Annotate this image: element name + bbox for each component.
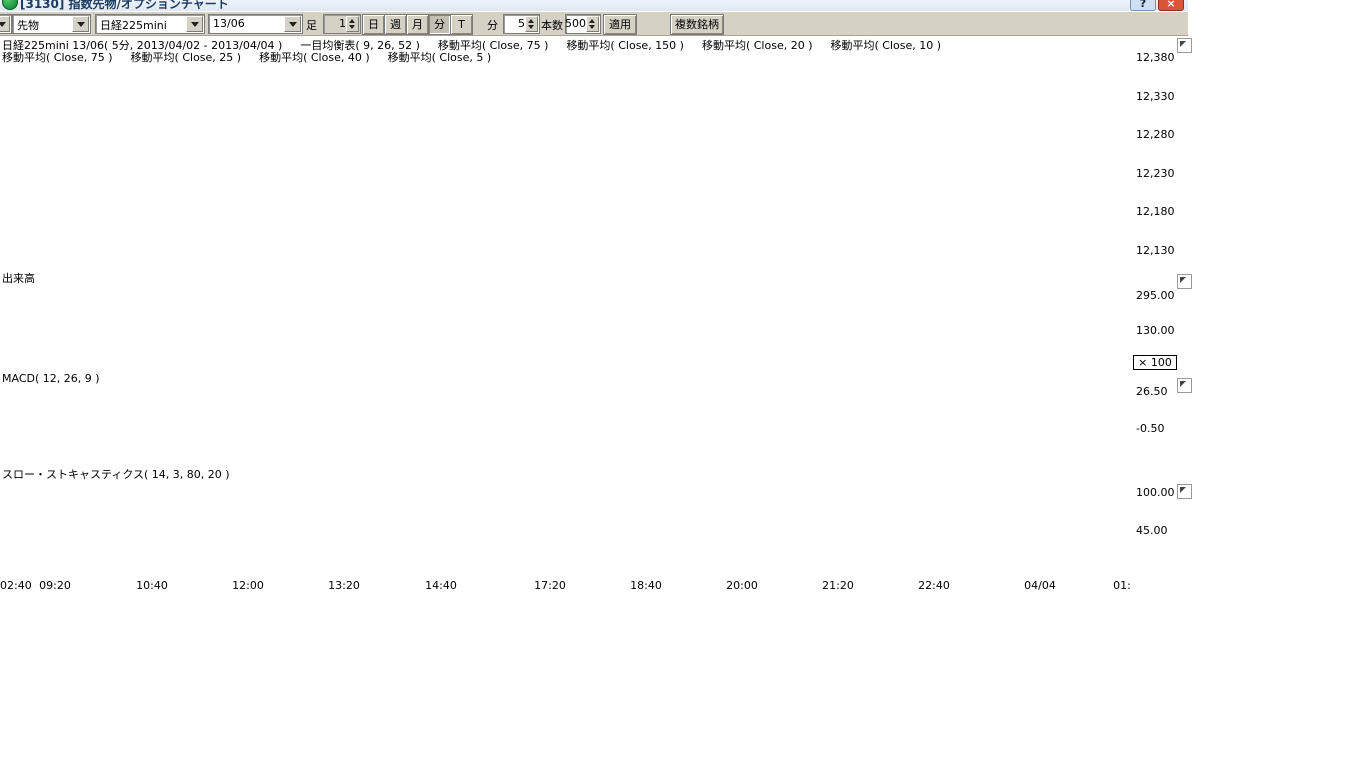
period-tick-button[interactable]: T xyxy=(450,14,473,35)
y-axis-label: 100.00 xyxy=(1136,486,1175,499)
toolbar: 先物 日経225mini 13/06 足 1 日 週 月 分 T 分 5 本数 … xyxy=(0,11,1188,36)
x-axis-label: 13:20 xyxy=(328,579,360,592)
x-axis-label: 04/04 xyxy=(1024,579,1056,592)
bar-type-label: 足 xyxy=(306,17,317,33)
period-day-button[interactable]: 日 xyxy=(362,14,385,35)
x-axis-label: 18:40 xyxy=(630,579,662,592)
volume-multiplier-badge: × 100 xyxy=(1133,355,1177,370)
pane-scroll-button[interactable] xyxy=(1177,274,1192,289)
close-button[interactable]: × xyxy=(1158,0,1184,11)
category-select[interactable]: 先物 xyxy=(12,14,91,34)
y-axis-label: 12,330 xyxy=(1136,90,1175,103)
y-axis-label: 12,180 xyxy=(1136,205,1175,218)
help-button[interactable]: ? xyxy=(1130,0,1156,11)
x-axis-label: 12:00 xyxy=(232,579,264,592)
x-axis-label: 22:40 xyxy=(918,579,950,592)
x-axis-label: 21:20 xyxy=(822,579,854,592)
pane-scroll-button[interactable] xyxy=(1177,378,1192,393)
x-axis-label: 17:20 xyxy=(534,579,566,592)
y-axis-label: 12,280 xyxy=(1136,128,1175,141)
y-axis-label: 130.00 xyxy=(1136,324,1175,337)
chevron-down-icon xyxy=(72,16,89,32)
minute-value-field[interactable]: 5 xyxy=(503,14,540,34)
legend-item-1: 移動平均( Close, 25 ) xyxy=(131,51,242,64)
x-axis-label: 09:20 xyxy=(39,579,71,592)
volume-pane-label: 出来高 xyxy=(2,270,35,286)
spinner-icon[interactable] xyxy=(586,16,599,32)
stoch-pane-label: スロー・ストキャスティクス( 14, 3, 80, 20 ) xyxy=(2,466,230,482)
app-icon xyxy=(2,0,18,10)
legend-item-0: 移動平均( Close, 75 ) xyxy=(2,51,113,64)
x-axis-label: 01: xyxy=(1113,579,1131,592)
x-axis-label: 20:00 xyxy=(726,579,758,592)
legend-item-3: 移動平均( Close, 5 ) xyxy=(388,51,492,64)
period-minute-button[interactable]: 分 xyxy=(428,14,451,35)
y-axis-label: 12,130 xyxy=(1136,244,1175,257)
legend-item-2: 移動平均( Close, 40 ) xyxy=(259,51,370,64)
x-axis-label: 02:40 xyxy=(0,579,32,592)
y-axis-label: 26.50 xyxy=(1136,385,1168,398)
bar-count-label: 本数 xyxy=(541,17,563,33)
macd-pane-label: MACD( 12, 26, 9 ) xyxy=(2,372,100,385)
bar-count-field[interactable]: 500 xyxy=(565,14,601,34)
spinner-icon[interactable] xyxy=(525,16,538,32)
chevron-down-icon xyxy=(284,16,301,32)
spinner-icon[interactable] xyxy=(346,16,359,32)
minute-label: 分 xyxy=(487,17,498,33)
y-axis-label: 295.00 xyxy=(1136,289,1175,302)
multi-symbol-button[interactable]: 複数銘柄 xyxy=(670,14,724,35)
pane-scroll-button[interactable] xyxy=(1177,38,1192,53)
legend-item-5: 移動平均( Close, 10 ) xyxy=(831,39,942,52)
bar-interval-field[interactable]: 1 xyxy=(323,14,361,34)
apply-button[interactable]: 適用 xyxy=(603,14,637,35)
y-axis-label: 45.00 xyxy=(1136,524,1168,537)
period-week-button[interactable]: 週 xyxy=(384,14,407,35)
x-axis-label: 14:40 xyxy=(425,579,457,592)
chart-window: [3130] 指数先物/オプションチャート ? × 先物 日経225mini 1… xyxy=(0,0,1188,768)
clipped-dropdown[interactable] xyxy=(0,14,12,34)
chevron-down-icon xyxy=(186,16,203,32)
symbol-select[interactable]: 日経225mini xyxy=(95,14,205,34)
legend-item-3: 移動平均( Close, 150 ) xyxy=(566,39,684,52)
title-bar: [3130] 指数先物/オプションチャート ? × xyxy=(0,0,1188,11)
x-axis-label: 10:40 xyxy=(136,579,168,592)
period-month-button[interactable]: 月 xyxy=(406,14,429,35)
legend-row-2: 移動平均( Close, 75 ) 移動平均( Close, 25 ) 移動平均( … xyxy=(2,49,509,65)
legend-item-4: 移動平均( Close, 20 ) xyxy=(702,39,813,52)
chevron-down-icon xyxy=(0,16,10,32)
window-title: [3130] 指数先物/オプションチャート xyxy=(20,0,229,11)
y-axis-label: 12,380 xyxy=(1136,51,1175,64)
y-axis-label: 12,230 xyxy=(1136,167,1175,180)
y-axis-label: -0.50 xyxy=(1136,422,1164,435)
pane-scroll-button[interactable] xyxy=(1177,484,1192,499)
contract-month-select[interactable]: 13/06 xyxy=(208,14,303,34)
